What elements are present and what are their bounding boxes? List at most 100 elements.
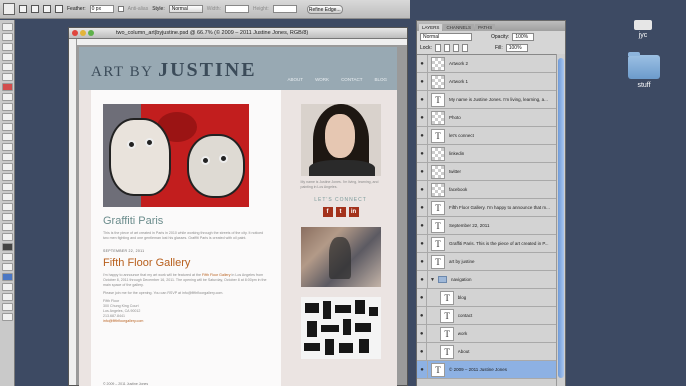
style-select[interactable]: Normal <box>168 5 203 13</box>
visibility-eye-icon[interactable]: ● <box>417 270 428 289</box>
visibility-eye-icon[interactable]: ● <box>417 288 428 307</box>
layer-row[interactable]: ● ▼ navigation <box>417 270 557 289</box>
nav-work[interactable]: WORK <box>315 77 329 82</box>
path-selection-tool-icon[interactable] <box>1 183 13 191</box>
tool-icon[interactable] <box>1 303 13 311</box>
layer-row[interactable]: ● Photo <box>417 108 557 127</box>
layer-row[interactable]: ● Tlet's connect <box>417 126 557 145</box>
layer-row[interactable]: ● twitter <box>417 162 557 181</box>
layer-row[interactable]: ● T September 22, 2011 <box>417 216 557 235</box>
layer-row[interactable]: ● Twork <box>417 324 557 343</box>
antialias-checkbox[interactable] <box>117 6 124 12</box>
scrollbar-thumb[interactable] <box>558 58 564 378</box>
lock-transparent-icon[interactable] <box>434 43 441 52</box>
visibility-eye-icon[interactable]: ● <box>417 360 428 379</box>
hand-tool-icon[interactable] <box>1 223 13 231</box>
visibility-eye-icon[interactable]: ● <box>417 216 428 235</box>
visibility-eye-icon[interactable]: ● <box>417 55 428 73</box>
dodge-tool-icon[interactable] <box>1 153 13 161</box>
history-brush-tool-icon[interactable] <box>1 113 13 121</box>
clone-stamp-tool-icon[interactable] <box>1 103 13 111</box>
healing-brush-tool-icon[interactable] <box>1 83 13 91</box>
layer-row[interactable]: ● T My name is Justine Jones. I'm living, … <box>417 90 557 109</box>
minimize-icon[interactable] <box>80 30 86 36</box>
magic-wand-tool-icon[interactable] <box>1 53 13 61</box>
opacity-input[interactable]: 100% <box>512 32 535 41</box>
close-icon[interactable] <box>72 30 78 36</box>
blend-mode-select[interactable]: Normal <box>420 32 472 41</box>
nav-about[interactable]: ABOUT <box>288 77 304 82</box>
layer-row[interactable]: ● T Fifth Floor Gallery. I'm happy to anno… <box>417 198 557 217</box>
visibility-eye-icon[interactable]: ● <box>417 144 428 163</box>
twitter-icon[interactable]: t <box>335 207 346 217</box>
layer-row[interactable]: ● T Graffiti Paris. This is the piece of a… <box>417 234 557 253</box>
visibility-eye-icon[interactable]: ● <box>417 252 428 271</box>
pen-tool-icon[interactable] <box>1 163 13 171</box>
move-tool-icon[interactable] <box>1 23 13 31</box>
desktop-item-jyc[interactable]: jyc <box>628 20 658 39</box>
3d-orbit-tool-icon[interactable] <box>1 213 13 221</box>
visibility-eye-icon[interactable]: ● <box>417 324 428 343</box>
horizontal-ruler[interactable] <box>77 39 407 46</box>
lasso-tool-icon[interactable] <box>1 43 13 51</box>
feather-input[interactable]: 0 px <box>89 5 114 13</box>
brush-tool-icon[interactable] <box>1 93 13 101</box>
visibility-eye-icon[interactable]: ● <box>417 90 428 109</box>
visibility-eye-icon[interactable]: ● <box>417 198 428 217</box>
layers-scrollbar[interactable] <box>556 54 565 386</box>
layer-row[interactable]: ● Tart by justine <box>417 252 557 271</box>
facebook-icon[interactable]: f <box>322 207 333 217</box>
visibility-eye-icon[interactable]: ● <box>417 342 428 361</box>
height-input[interactable] <box>272 5 297 13</box>
tool-icon[interactable] <box>1 313 13 321</box>
tool-icon[interactable] <box>1 293 13 301</box>
visibility-eye-icon[interactable]: ● <box>417 162 428 181</box>
nav-blog[interactable]: BLOG <box>374 77 387 82</box>
quick-mask-icon[interactable] <box>1 263 13 271</box>
vertical-ruler[interactable] <box>69 39 77 385</box>
layer-row[interactable]: ● Tblog <box>417 288 557 307</box>
visibility-eye-icon[interactable]: ● <box>417 108 428 127</box>
desktop-item-stuff[interactable]: stuff <box>626 52 662 89</box>
disclosure-triangle-icon[interactable]: ▼ <box>430 277 435 283</box>
shape-tool-icon[interactable] <box>1 193 13 201</box>
lock-all-icon[interactable] <box>461 43 468 52</box>
eraser-tool-icon[interactable] <box>1 123 13 131</box>
new-selection-icon[interactable] <box>19 5 27 13</box>
eyedropper-tool-icon[interactable] <box>1 73 13 81</box>
tool-icon[interactable] <box>1 283 13 291</box>
layer-row[interactable]: ● facebook <box>417 180 557 199</box>
intersect-selection-icon[interactable] <box>55 5 63 13</box>
crop-tool-icon[interactable] <box>1 63 13 71</box>
blur-tool-icon[interactable] <box>1 143 13 151</box>
width-input[interactable] <box>224 5 249 13</box>
3d-rotate-tool-icon[interactable] <box>1 203 13 211</box>
subtract-selection-icon[interactable] <box>43 5 51 13</box>
layer-row[interactable]: ● Artwork 2 <box>417 55 557 73</box>
visibility-eye-icon[interactable]: ● <box>417 180 428 199</box>
zoom-icon[interactable] <box>88 30 94 36</box>
layer-row[interactable]: ● T About <box>417 342 557 361</box>
layer-row[interactable]: ● Tcontact <box>417 306 557 325</box>
add-selection-icon[interactable] <box>31 5 39 13</box>
layer-row[interactable]: ● Artwork 1 <box>417 72 557 91</box>
background-color-icon[interactable] <box>1 253 13 261</box>
lock-pixels-icon[interactable] <box>443 43 450 52</box>
tab-layers[interactable]: LAYERS <box>419 24 443 31</box>
visibility-eye-icon[interactable]: ● <box>417 72 428 91</box>
gradient-tool-icon[interactable] <box>1 133 13 141</box>
type-tool-icon[interactable] <box>1 173 13 181</box>
fill-input[interactable]: 100% <box>505 43 528 52</box>
visibility-eye-icon[interactable]: ● <box>417 234 428 253</box>
screen-mode-icon[interactable] <box>1 273 13 281</box>
marquee-tool-icon[interactable] <box>3 3 15 15</box>
document-canvas[interactable]: ART BY JUSTINE ABOUT WORK CONTACT BLOG G… <box>79 47 397 386</box>
visibility-eye-icon[interactable]: ● <box>417 306 428 325</box>
nav-contact[interactable]: CONTACT <box>341 77 362 82</box>
zoom-tool-icon[interactable] <box>1 233 13 241</box>
layer-row[interactable]: ● linkedin <box>417 144 557 163</box>
marquee-tool-icon[interactable] <box>1 33 13 41</box>
refine-edge-button[interactable]: Refine Edge... <box>306 4 343 14</box>
foreground-color-icon[interactable] <box>1 243 13 251</box>
layer-row[interactable]: ● T © 2009 – 2011 Justine Jones <box>417 360 557 379</box>
